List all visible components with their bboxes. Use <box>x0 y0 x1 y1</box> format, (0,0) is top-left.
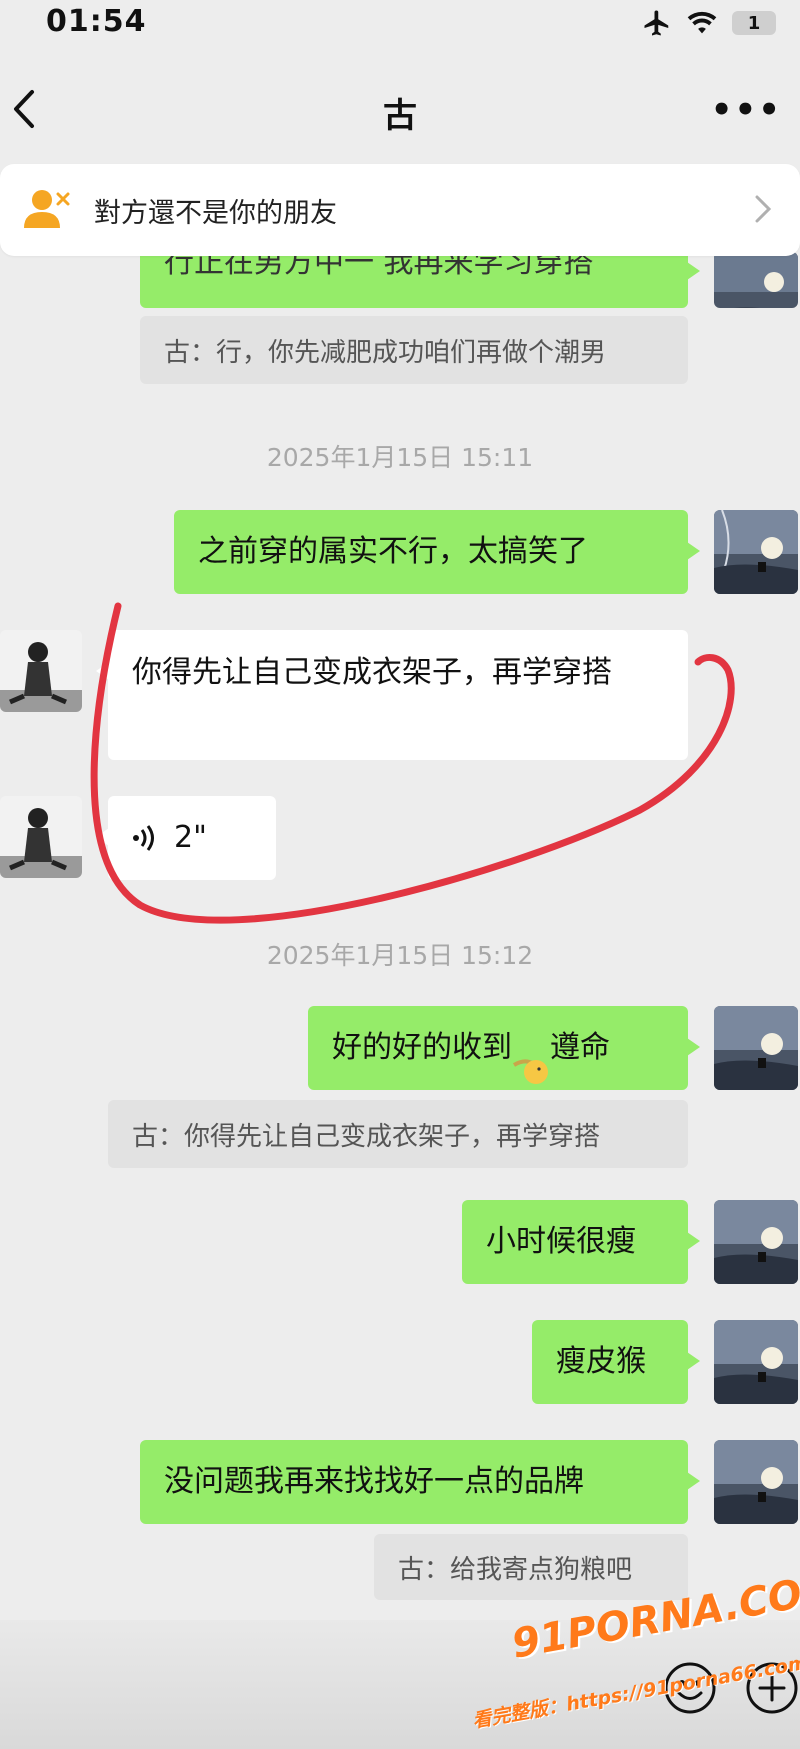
red-annotation-circle <box>90 602 735 924</box>
watermark: 91PORNA.COM 看完整版：https://91porna66.com <box>470 1564 800 1735</box>
